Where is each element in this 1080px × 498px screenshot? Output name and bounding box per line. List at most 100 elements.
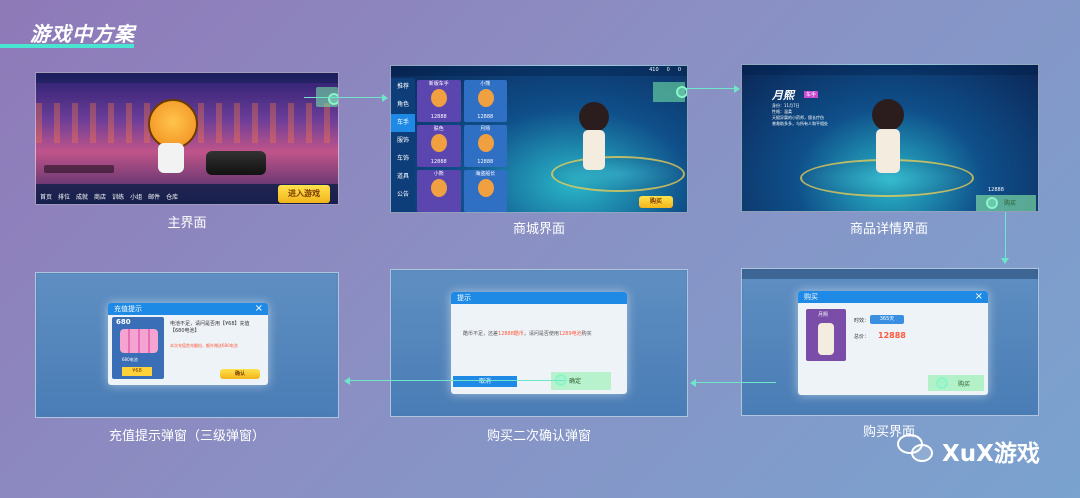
store-item-price: 12888: [430, 114, 447, 120]
battery-pack-image: [120, 329, 158, 353]
currency-bar: 410 0 0: [649, 67, 681, 73]
confirm-popup-title: 提示: [451, 292, 627, 304]
screen-store: 410 0 0 推荐 角色 车手 服饰 车饰 道具 公告 新版车手 12888 小熊 12888 肤色 1…: [390, 65, 688, 213]
main-menu-item[interactable]: 排位: [58, 192, 70, 201]
store-item-price: 12888: [477, 159, 494, 165]
message-suffix: 购买: [581, 331, 592, 337]
store-tab[interactable]: 车手: [391, 114, 415, 132]
cancel-button[interactable]: 取消: [453, 376, 517, 387]
store-item-name: 新版车手: [428, 81, 449, 87]
purchase-item-char: [818, 323, 834, 355]
store-item-figure: [477, 179, 494, 197]
chat-bar: [44, 165, 114, 173]
main-menu-item[interactable]: 首页: [40, 192, 52, 201]
store-item-name: 小熊: [480, 81, 491, 87]
store-item-card[interactable]: 月熙 12888: [463, 125, 507, 167]
price-label: 总价：: [854, 334, 870, 340]
store-tab[interactable]: 服饰: [391, 132, 415, 150]
store-item-name: 海盗船长: [475, 171, 496, 177]
detail-tag: 车手: [804, 91, 819, 98]
recharge-note: 本次充值首充翻倍，额外赠送680电池: [170, 343, 238, 348]
arrow-head: [1001, 258, 1009, 264]
screen-detail: 月熙 车手 身份：11月7日 性格：温柔 天赋异禀的小药师，擅长疗伤 曾救助多多，与所…: [741, 64, 1039, 212]
caption-confirm: 购买二次确认弹窗: [486, 429, 592, 444]
store-tab[interactable]: 车饰: [391, 150, 415, 168]
kart: [206, 151, 266, 175]
recharge-pack-label: 680电池: [122, 357, 138, 362]
purchase-popup: 购买 × 月熙 时效： 365天 总价： 12888 购买: [798, 291, 988, 395]
wechat-icon: [897, 434, 935, 464]
store-tab[interactable]: 推荐: [391, 78, 415, 96]
ok-button-label: 确定: [569, 378, 582, 385]
detail-buy-label: 购买: [1004, 200, 1017, 207]
recharge-ok-button[interactable]: 确认: [220, 369, 260, 379]
currency-value: 0: [677, 67, 681, 73]
currency-value: 410: [649, 67, 659, 73]
confirm-popup: 提示 酷币不足，还差12888酷币，请问是否使用1289电池购买 取消 确定: [451, 292, 627, 394]
arrow-head: [734, 85, 740, 93]
store-item-grid: 新版车手 12888 小熊 12888 肤色 12888 月熙 12888 小熊 海盗船长: [417, 80, 507, 212]
arrow-head: [690, 379, 696, 387]
message-prefix: 酷币不足，还差: [463, 331, 499, 337]
detail-description: 身份：11月7日 性格：温柔 天赋异禀的小药师，擅长疗伤 曾救助多多，与所有人和平相处: [772, 103, 828, 127]
confirm-message: 酷币不足，还差12888酷币，请问是否使用1289电池购买: [463, 330, 615, 338]
arrow-purchase-to-confirm: [696, 382, 776, 383]
store-item-figure: [431, 89, 447, 107]
recharge-amount: 680: [116, 318, 131, 326]
store-character: [579, 102, 609, 132]
arrow-confirm-to-recharge: [350, 380, 565, 381]
store-item-card[interactable]: 小熊: [417, 170, 461, 212]
heading-underline: [0, 44, 134, 48]
screen-main: 首页 排位 成就 商店 训练 小组 邮件 仓库 进入游戏: [35, 72, 339, 205]
store-item-name: 小熊: [433, 171, 444, 177]
duration-value[interactable]: 365天: [870, 315, 904, 324]
detail-name: 月熙: [772, 89, 794, 102]
detail-character-body: [876, 129, 900, 173]
purchase-popup-title: 购买: [798, 291, 988, 303]
main-menu-item[interactable]: 商店: [94, 192, 106, 201]
watermark-text: XuX游戏: [942, 441, 1040, 467]
message-mid: ，请问是否使用: [523, 331, 559, 337]
store-tab[interactable]: 角色: [391, 96, 415, 114]
store-item-price: 12888: [477, 114, 494, 120]
duration-label: 时效：: [854, 318, 870, 324]
store-item-card[interactable]: 海盗船长: [463, 170, 507, 212]
store-item-card[interactable]: 新版车手 12888: [417, 80, 461, 122]
store-tab[interactable]: 公告: [391, 186, 415, 204]
recharge-message: 电池不足，请问是否用【¥68】充值【680电池】: [170, 321, 250, 334]
main-menu-item[interactable]: 成就: [76, 192, 88, 201]
detail-price: 12888: [988, 187, 1004, 193]
caption-recharge: 充值提示弹窗（三级弹窗）: [108, 429, 266, 444]
main-menu-item[interactable]: 小组: [130, 192, 142, 201]
main-menu-item[interactable]: 邮件: [148, 192, 160, 201]
screen-recharge: 充值提示 × 680 680电池 ¥68 电池不足，请问是否用【¥68】充值【6…: [35, 272, 339, 418]
caption-detail: 商品详情界面: [849, 222, 929, 237]
tap-indicator: [986, 197, 998, 209]
message-amount2: 1289电池: [558, 331, 582, 337]
tap-indicator: [936, 377, 948, 389]
store-item-card[interactable]: 小熊 12888: [463, 80, 507, 122]
close-icon[interactable]: ×: [255, 303, 263, 315]
recharge-popup: 充值提示 × 680 680电池 ¥68 电池不足，请问是否用【¥68】充值【6…: [108, 303, 268, 385]
main-menu-item[interactable]: 仓库: [166, 192, 178, 201]
purchase-item-name: 月熙: [818, 312, 829, 318]
caption-store: 商城界面: [512, 222, 566, 237]
store-buy-button[interactable]: 购买: [639, 196, 673, 208]
purchase-confirm-label: 购买: [958, 381, 971, 388]
store-tab[interactable]: 道具: [391, 168, 415, 186]
close-icon[interactable]: ×: [975, 291, 983, 303]
screen-confirm: 提示 酷币不足，还差12888酷币，请问是否使用1289电池购买 取消 确定: [390, 269, 688, 417]
arrow-main-to-store: [304, 97, 384, 98]
store-item-name: 肤色: [433, 126, 444, 132]
detail-desc-line: 曾救助多多，与所有人和平相处: [772, 121, 828, 126]
store-item-figure: [431, 179, 447, 197]
start-game-button[interactable]: 进入游戏: [278, 185, 330, 203]
arrow-head: [382, 94, 388, 102]
store-item-card[interactable]: 肤色 12888: [417, 125, 461, 167]
main-menu-item[interactable]: 训练: [112, 192, 124, 201]
store-item-figure: [431, 134, 447, 152]
detail-character: [872, 99, 904, 131]
main-character-body: [158, 143, 184, 173]
store-item-figure: [477, 89, 494, 107]
recharge-popup-title: 充值提示: [108, 303, 268, 315]
